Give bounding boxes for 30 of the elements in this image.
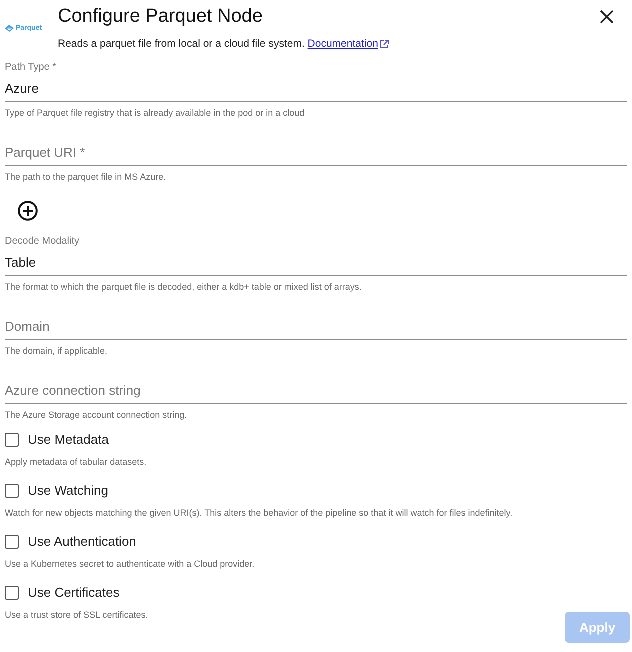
checkbox-label: Use Authentication <box>28 533 136 551</box>
plus-circle-icon <box>18 201 38 221</box>
documentation-link[interactable]: Documentation <box>308 37 390 51</box>
checkbox-label: Use Certificates <box>28 584 120 602</box>
checkbox[interactable] <box>5 484 19 498</box>
field-hint: The domain, if applicable. <box>5 345 109 358</box>
checkbox-label: Use Metadata <box>28 431 109 449</box>
checkbox[interactable] <box>5 433 19 447</box>
text-field[interactable]: Domain <box>5 313 627 340</box>
checkbox[interactable] <box>5 586 19 600</box>
checkbox-hint: Watch for new objects matching the given URI(s). This alters the behavior of the pipeline so that it will watch for files indefinitely. <box>5 507 514 520</box>
field-label: Decode Modality <box>5 235 80 249</box>
text-field[interactable]: Table <box>5 249 627 276</box>
checkbox-hint: Use a trust store of SSL certificates. <box>5 609 150 622</box>
checkbox-label: Use Watching <box>28 482 108 500</box>
field-hint: The format to which the parquet file is decoded, either a kdb+ table or mixed list of arrays. <box>5 281 363 294</box>
checkbox-hint: Use a Kubernetes secret to authenticate with a Cloud provider. <box>5 558 256 571</box>
checkbox[interactable] <box>5 535 19 549</box>
diamond-icon <box>5 25 14 32</box>
text-field[interactable]: Parquet URI * <box>5 139 627 166</box>
text-field[interactable]: Azure <box>5 75 627 102</box>
field-hint: The path to the parquet file in MS Azure. <box>5 171 168 184</box>
field-hint: Type of Parquet file registry that is already available in the pod or in a cloud <box>5 107 306 120</box>
dialog-title: Configure Parquet Node <box>58 5 264 29</box>
text-field[interactable]: Azure connection string <box>5 377 627 404</box>
close-icon <box>600 10 614 24</box>
field-label: Path Type * <box>5 61 58 75</box>
checkbox-hint: Apply metadata of tabular datasets. <box>5 456 148 469</box>
field-hint: The Azure Storage account connection string. <box>5 409 188 422</box>
description-text: Reads a parquet file from local or a cloud file system. Documentation <box>58 37 597 51</box>
